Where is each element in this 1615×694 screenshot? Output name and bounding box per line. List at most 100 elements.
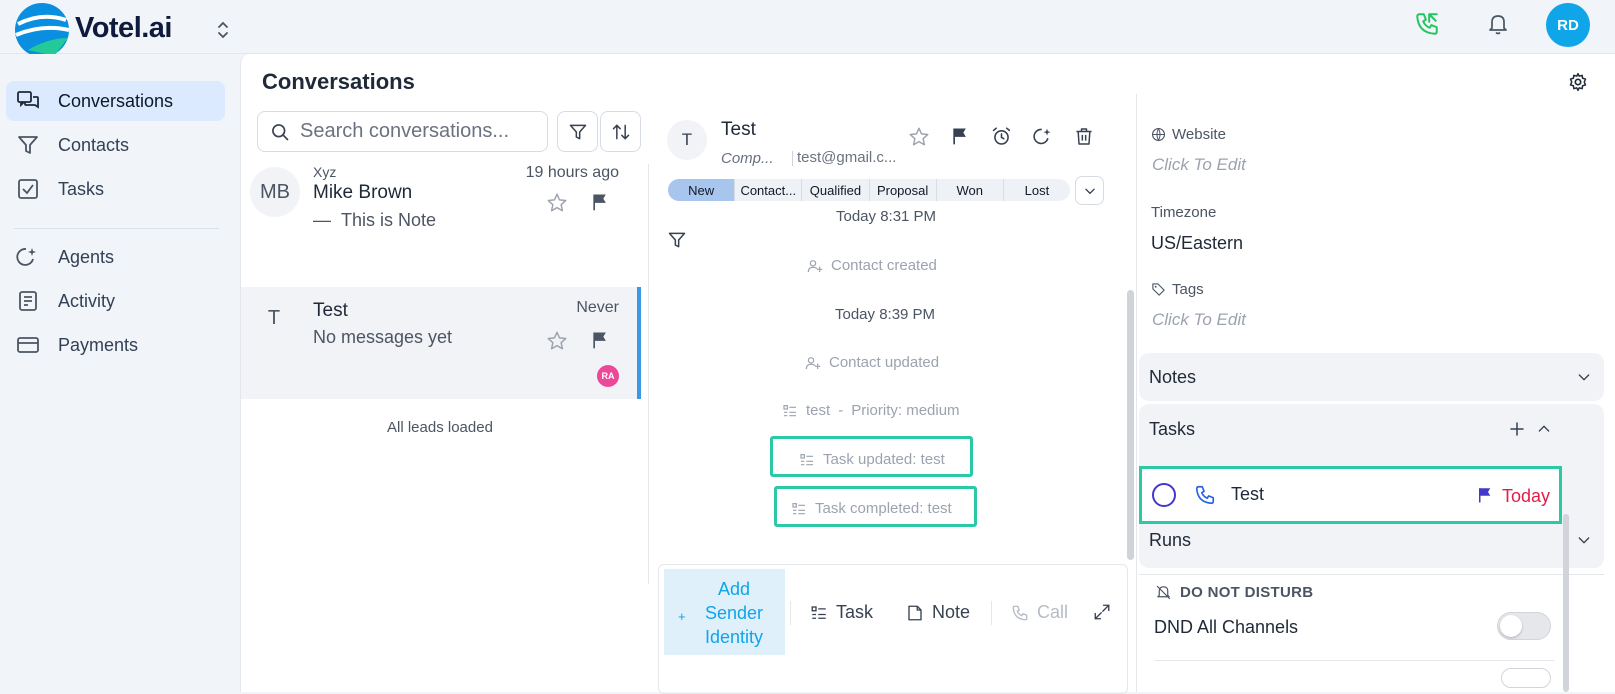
sidebar-item-activity[interactable]: Activity: [6, 281, 225, 321]
notifications-bell-icon[interactable]: [1486, 12, 1510, 36]
plus-icon: +: [678, 609, 686, 624]
notes-title: Notes: [1149, 367, 1197, 387]
timeline-event: Task updated: test: [799, 451, 945, 468]
tags-value[interactable]: Click To Edit: [1152, 310, 1246, 330]
user-plus-icon: [805, 355, 821, 371]
task-button[interactable]: Task: [810, 602, 873, 623]
alarm-clock-icon[interactable]: [991, 126, 1012, 147]
website-value[interactable]: Click To Edit: [1152, 155, 1246, 175]
conversation-name: Test: [313, 300, 348, 321]
card-icon: [14, 331, 42, 359]
stage-lost[interactable]: Lost: [1004, 179, 1070, 201]
sort-button[interactable]: [600, 111, 641, 152]
expand-icon[interactable]: [1093, 603, 1111, 621]
section-divider: [1139, 574, 1604, 575]
chevron-up-icon[interactable]: [1536, 421, 1552, 437]
timeline-filter-icon[interactable]: [667, 230, 687, 250]
star-icon[interactable]: [546, 192, 568, 214]
sidebar-item-label: Contacts: [58, 134, 130, 155]
filter-button[interactable]: [557, 111, 598, 152]
task-title: Test: [1231, 484, 1265, 504]
conversation-preview: — This is Note: [313, 210, 436, 231]
call-button[interactable]: Call: [1011, 602, 1068, 623]
timezone-value[interactable]: US/Eastern: [1151, 233, 1243, 254]
assignee-badge: RA: [597, 365, 619, 387]
filter-icon: [14, 131, 42, 159]
dnd-label: DO NOT DISTURB: [1155, 584, 1313, 601]
pipeline-expand-button[interactable]: [1075, 176, 1104, 205]
trash-icon[interactable]: [1074, 126, 1094, 147]
checkbox-icon: [14, 175, 42, 203]
stage-qualified[interactable]: Qualified: [802, 179, 870, 201]
settings-gear-icon[interactable]: [1568, 72, 1588, 92]
timeline-event-priority: Priority: medium: [851, 402, 960, 419]
sidebar-item-payments[interactable]: Payments: [6, 325, 225, 365]
timeline-event: Task completed: test: [791, 500, 952, 517]
composer-divider: [790, 601, 791, 625]
sidebar-item-label: Agents: [58, 246, 115, 267]
add-task-plus-icon[interactable]: [1508, 420, 1526, 438]
sidebar-item-agents[interactable]: Agents: [6, 237, 225, 277]
agent-icon: [14, 243, 42, 271]
timeline-event-text: test: [806, 402, 831, 419]
timeline-event: Contact updated: [805, 354, 939, 371]
task-complete-checkbox[interactable]: [1152, 483, 1176, 507]
detail-email: test@gmail.c...: [797, 149, 897, 166]
dnd-channel-name: DND All Channels: [1154, 617, 1299, 637]
stage-contacted[interactable]: Contact...: [735, 179, 803, 201]
search-input[interactable]: [300, 120, 530, 143]
right-panel-scrollbar[interactable]: [1563, 514, 1569, 692]
timeline-event: Contact created: [807, 257, 937, 274]
flag-icon[interactable]: [590, 192, 610, 212]
sidebar-item-label: Activity: [58, 290, 116, 311]
agent-icon[interactable]: [1033, 126, 1054, 147]
stage-proposal[interactable]: Proposal: [870, 179, 937, 201]
note-button-label: Note: [932, 602, 971, 622]
workspace-switch-icon[interactable]: [216, 20, 230, 40]
flag-icon[interactable]: [950, 126, 970, 146]
sidebar: Conversations Contacts Tasks Agents Acti…: [0, 54, 240, 692]
composer-divider: [991, 601, 992, 625]
runs-title: Runs: [1149, 530, 1192, 550]
timeline-event: test - Priority: medium: [782, 402, 960, 419]
star-icon[interactable]: [908, 126, 930, 148]
conversation-name: Mike Brown: [313, 182, 413, 203]
user-avatar[interactable]: RD: [1546, 3, 1590, 47]
note-button[interactable]: Note: [906, 602, 970, 623]
toggle-partial[interactable]: [1501, 668, 1551, 688]
stage-new[interactable]: New: [668, 179, 736, 201]
globe-icon: [1151, 127, 1166, 142]
conversation-item-selected[interactable]: T Test No messages yet Never RA: [241, 287, 641, 399]
task-item[interactable]: Test Today: [1139, 466, 1562, 524]
section-divider: [1154, 660, 1554, 661]
timeline-event-text: Contact updated: [829, 354, 940, 371]
add-sender-identity-button[interactable]: + Add Sender Identity: [664, 569, 785, 655]
timeline-time: Today 8:31 PM: [836, 208, 937, 225]
notes-section[interactable]: Notes: [1139, 353, 1604, 401]
tag-icon: [1151, 282, 1166, 297]
sidebar-item-contacts[interactable]: Contacts: [6, 125, 225, 165]
chevron-down-icon[interactable]: [1576, 532, 1592, 548]
bell-off-icon: [1155, 584, 1172, 601]
timeline-scrollbar[interactable]: [1127, 290, 1134, 560]
phone-status-icon[interactable]: [1414, 11, 1440, 37]
activity-icon: [14, 287, 42, 315]
tasks-title: Tasks: [1149, 419, 1196, 439]
conversation-company: Xyz: [313, 164, 337, 180]
stage-won[interactable]: Won: [937, 179, 1004, 201]
timeline-dash: -: [838, 402, 844, 419]
flag-icon[interactable]: [590, 330, 610, 350]
sidebar-item-tasks[interactable]: Tasks: [6, 169, 225, 209]
conversation-item[interactable]: MB Xyz Mike Brown — This is Note 19 hour…: [241, 159, 641, 285]
star-icon[interactable]: [546, 330, 568, 352]
sidebar-item-conversations[interactable]: Conversations: [6, 81, 225, 121]
note-dash-icon: —: [313, 210, 331, 230]
right-panel-divider: [1136, 94, 1137, 692]
sort-icon: [611, 122, 631, 142]
main-panel: Conversations MB Xyz Mike Brown — This i…: [240, 54, 1615, 694]
page-title: Conversations: [262, 69, 415, 94]
dnd-toggle[interactable]: [1497, 612, 1551, 640]
timeline-event-text: Contact created: [831, 257, 937, 274]
list-footer: All leads loaded: [387, 419, 493, 436]
search-box: [257, 111, 548, 152]
